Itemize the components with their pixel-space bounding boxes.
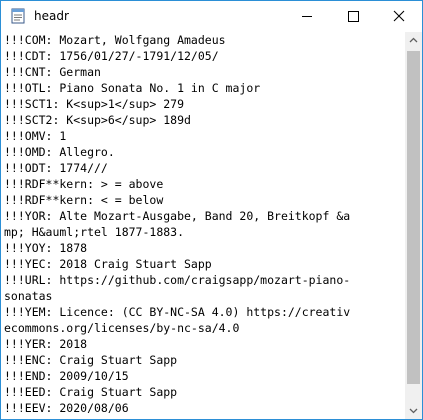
chevron-down-icon xyxy=(409,408,418,414)
text-line: !!!RDF**kern: > = above xyxy=(4,177,164,191)
text-line: !!!OMD: Allegro. xyxy=(4,145,115,159)
text-line: !!!OTL: Piano Sonata No. 1 in C major xyxy=(4,81,261,95)
chevron-up-icon xyxy=(409,37,418,43)
text-line: !!!CNT: German xyxy=(4,65,101,79)
minimize-icon xyxy=(302,16,312,17)
text-line: !!!EED: Craig Stuart Sapp xyxy=(4,385,178,399)
text-line: !!!END: 2009/10/15 xyxy=(4,369,129,383)
text-line: !!!COM: Mozart, Wolfgang Amadeus xyxy=(4,33,226,47)
text-line: !!!ENC: Craig Stuart Sapp xyxy=(4,353,178,367)
text-line: !!!SCT2: K<sup>6</sup> 189d xyxy=(4,113,191,127)
text-line: !!!YOY: 1878 xyxy=(4,241,88,255)
vertical-scrollbar[interactable] xyxy=(405,32,422,419)
scroll-down-button[interactable] xyxy=(405,402,422,419)
text-line: !!!RDF**kern: < = below xyxy=(4,193,164,207)
text-line: !!!EEV: 2020/08/06 xyxy=(4,401,129,415)
text-editor-area[interactable]: !!!COM: Mozart, Wolfgang Amadeus !!!CDT:… xyxy=(1,32,405,419)
notepad-icon xyxy=(10,8,26,24)
maximize-icon xyxy=(348,11,359,22)
text-line: !!!YEC: 2018 Craig Stuart Sapp xyxy=(4,257,212,271)
text-line: !!!CDT: 1756/01/27/-1791/12/05/ xyxy=(4,49,219,63)
maximize-button[interactable] xyxy=(330,1,376,31)
text-line: ecommons.org/licenses/by-nc-sa/4.0 xyxy=(4,321,240,335)
scroll-up-button[interactable] xyxy=(405,32,422,49)
text-line: sonatas xyxy=(4,289,53,303)
window-title: headr xyxy=(34,9,69,23)
text-line: !!!YEM: Licence: (CC BY-NC-SA 4.0) https… xyxy=(4,305,351,319)
text-line: !!!YER: 2018 xyxy=(4,337,88,351)
text-line: !!!ODT: 1774/// xyxy=(4,161,108,175)
text-line: !!!YOR: Alte Mozart-Ausgabe, Band 20, Br… xyxy=(4,209,351,223)
text-line: !!!OMV: 1 xyxy=(4,129,67,143)
text-line: !!!SCT1: K<sup>1</sup> 279 xyxy=(4,97,185,111)
scroll-thumb[interactable] xyxy=(407,51,420,384)
close-icon xyxy=(393,10,405,22)
text-line: mp; H&auml;rtel 1877-1883. xyxy=(4,225,185,239)
app-window: headr !!!COM: Mozart, Wolfgang Amadeus !… xyxy=(0,0,423,420)
minimize-button[interactable] xyxy=(284,1,330,31)
title-bar[interactable]: headr xyxy=(1,1,422,31)
close-button[interactable] xyxy=(376,1,422,31)
text-line: !!!URL: https://github.com/craigsapp/moz… xyxy=(4,273,351,287)
